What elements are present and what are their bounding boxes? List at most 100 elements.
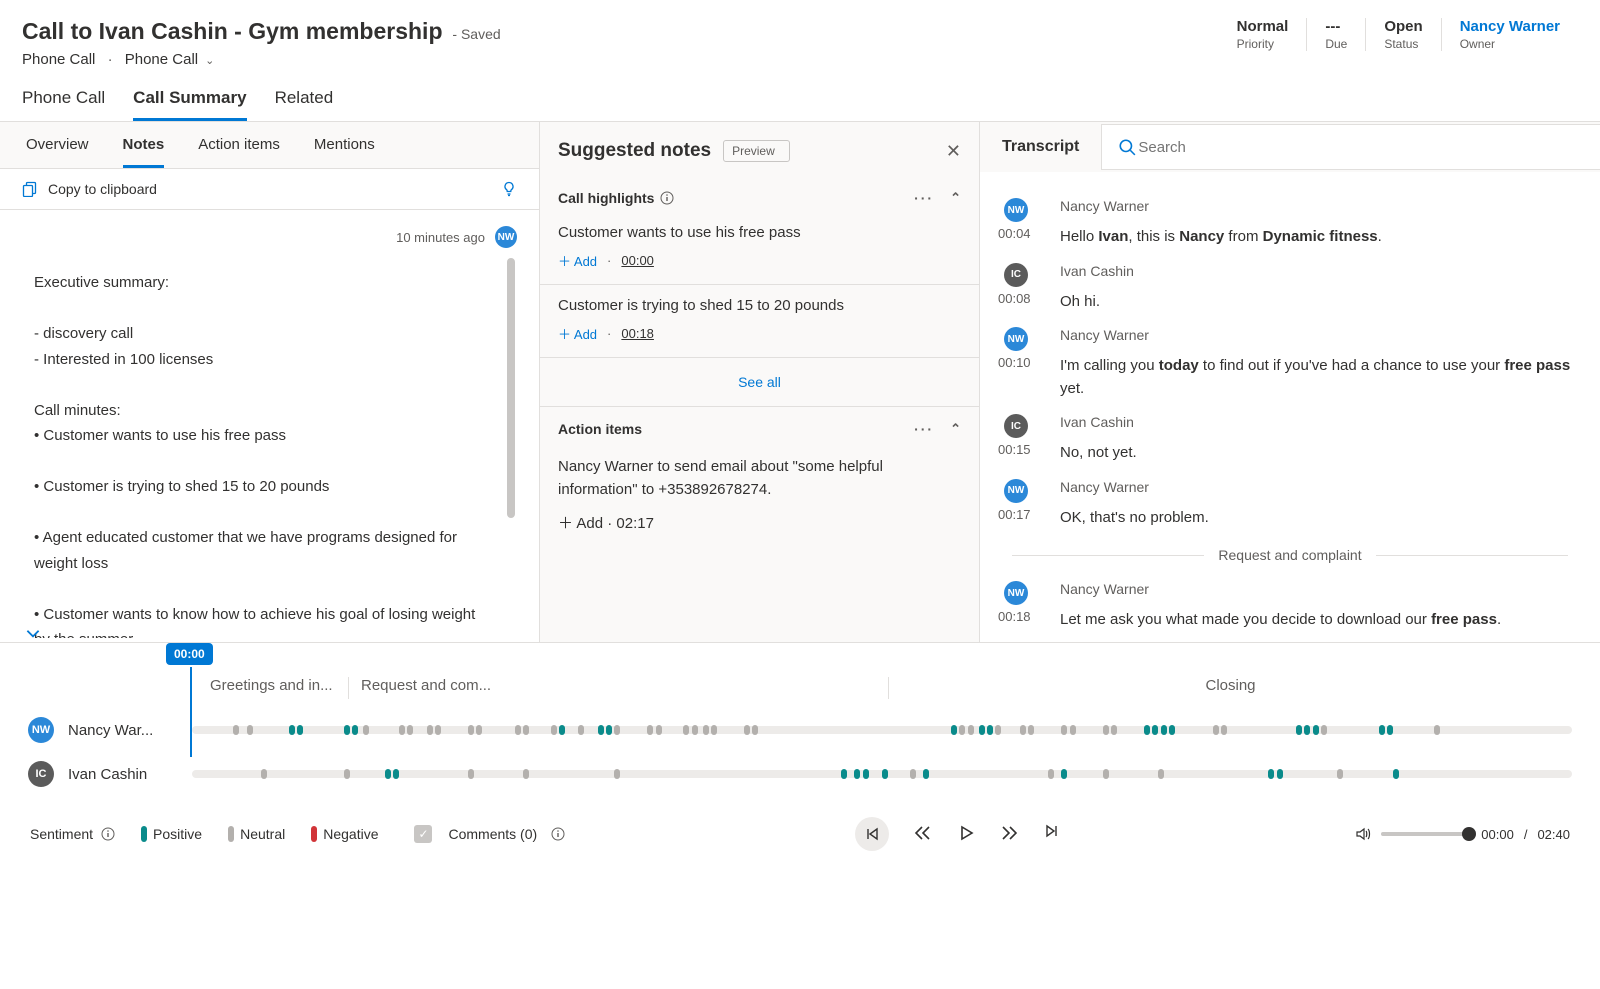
skip-end-button[interactable] — [1045, 824, 1065, 844]
search-icon — [1118, 138, 1136, 156]
chevron-down-icon: ⌄ — [202, 55, 214, 67]
form-selector[interactable]: Phone Call ⌄ — [125, 51, 215, 68]
highlight-text: Customer wants to use his free pass — [558, 224, 961, 241]
more-icon[interactable]: ··· — [914, 190, 934, 206]
avatar: NW — [1004, 198, 1028, 222]
transcript-time: 00:08 — [998, 287, 1056, 306]
chevron-up-icon[interactable]: ⌃ — [950, 190, 961, 206]
tab-call-summary[interactable]: Call Summary — [133, 88, 246, 121]
segment-label: Request and com... — [348, 677, 888, 699]
transcript-time: 00:18 — [998, 605, 1056, 624]
playhead-time: 00:00 — [166, 643, 213, 665]
header-cell-value[interactable]: Nancy Warner — [1460, 18, 1560, 35]
info-icon[interactable] — [101, 827, 115, 841]
note-age: 10 minutes ago — [396, 230, 485, 245]
segment-label: Greetings and in... — [198, 677, 348, 699]
header-cell-value: --- — [1325, 18, 1347, 35]
speaker-name: Nancy Warner — [1060, 327, 1582, 351]
speaker-track[interactable] — [192, 726, 1572, 734]
time-sep: / — [1524, 827, 1528, 842]
segment-label: Closing — [888, 677, 1572, 699]
header-cell-value: Open — [1384, 18, 1422, 35]
scrollbar[interactable] — [507, 258, 515, 518]
legend-negative: Negative — [311, 826, 378, 842]
avatar: IC — [28, 761, 54, 787]
note-body: Executive summary: - discovery call- Int… — [0, 248, 539, 638]
time-duration: 02:40 — [1537, 827, 1570, 842]
transcript-text: Hello Ivan, this is Nancy from Dynamic f… — [1060, 226, 1582, 249]
separator-dot: · — [108, 51, 113, 68]
forward-button[interactable] — [1001, 824, 1021, 844]
add-button[interactable]: ＋ Add — [558, 251, 597, 270]
transcript-heading: Transcript — [980, 122, 1101, 172]
transcript-time: 00:04 — [998, 222, 1056, 241]
subtab-overview[interactable]: Overview — [26, 136, 89, 168]
speaker-name: Nancy Warner — [1060, 479, 1582, 503]
tab-related[interactable]: Related — [275, 88, 334, 121]
more-icon[interactable]: ··· — [914, 421, 934, 437]
transcript-text: Let me ask you what made you decide to d… — [1060, 609, 1582, 632]
lightbulb-icon[interactable] — [501, 181, 517, 197]
action-items-heading: Action items — [558, 421, 642, 437]
entity-name: Phone Call — [22, 51, 95, 68]
search-input[interactable] — [1136, 138, 1584, 157]
header-cell-value: Normal — [1237, 18, 1289, 35]
header-cell-label: Priority — [1237, 37, 1289, 51]
chevron-down-icon — [24, 624, 42, 642]
transcript-search[interactable] — [1101, 124, 1600, 170]
legend-neutral: Neutral — [228, 826, 285, 842]
legend-positive: Positive — [141, 826, 202, 842]
preview-badge: Preview — [723, 140, 790, 162]
avatar: NW — [1004, 327, 1028, 351]
volume-icon[interactable] — [1355, 826, 1371, 842]
transcript-divider: Request and complaint — [998, 547, 1582, 563]
add-button[interactable]: ＋ Add — [558, 515, 603, 532]
avatar: IC — [1004, 414, 1028, 438]
transcript-text: I'm calling you today to find out if you… — [1060, 355, 1582, 400]
transcript-time: 00:15 — [998, 438, 1056, 457]
skip-start-button[interactable] — [855, 817, 889, 851]
chevron-up-icon[interactable]: ⌃ — [950, 421, 961, 437]
comments-label: Comments (0) — [448, 826, 537, 842]
transcript-text: No, not yet. — [1060, 442, 1582, 465]
transcript-time: 00:10 — [998, 351, 1056, 370]
action-item-text: Nancy Warner to send email about "some h… — [558, 455, 961, 502]
info-icon[interactable] — [660, 191, 674, 205]
expand-toggle[interactable] — [24, 624, 42, 642]
timestamp-link[interactable]: 02:17 — [616, 515, 654, 532]
suggested-notes-title: Suggested notes — [558, 140, 711, 162]
subtab-action-items[interactable]: Action items — [198, 136, 280, 168]
comments-checkbox[interactable]: ✓ — [414, 825, 432, 843]
header-cell-label: Due — [1325, 37, 1347, 51]
speaker-track[interactable] — [192, 770, 1572, 778]
avatar: NW — [495, 226, 517, 248]
copy-to-clipboard-button[interactable]: Copy to clipboard — [22, 181, 157, 197]
info-icon[interactable] — [551, 827, 565, 841]
transcript-text: OK, that's no problem. — [1060, 507, 1582, 530]
speaker-name: Ivan Cashin — [1060, 414, 1582, 438]
close-icon[interactable]: ✕ — [946, 141, 961, 162]
time-current: 00:00 — [1481, 827, 1514, 842]
highlight-text: Customer is trying to shed 15 to 20 poun… — [558, 297, 961, 314]
avatar: NW — [1004, 479, 1028, 503]
copy-icon — [22, 181, 38, 197]
transcript-time: 00:17 — [998, 503, 1056, 522]
speaker-name: Nancy Warner — [1060, 198, 1582, 222]
subtab-mentions[interactable]: Mentions — [314, 136, 375, 168]
add-button[interactable]: ＋ Add — [558, 324, 597, 343]
play-button[interactable] — [957, 824, 977, 844]
tab-phone-call[interactable]: Phone Call — [22, 88, 105, 121]
rewind-button[interactable] — [913, 824, 933, 844]
speaker-name: Ivan Cashin — [68, 766, 178, 783]
header-cell-label: Owner — [1460, 37, 1560, 51]
see-all-link[interactable]: See all — [540, 358, 979, 407]
volume-slider[interactable] — [1381, 832, 1471, 836]
subtab-notes[interactable]: Notes — [123, 136, 165, 168]
speaker-name: Nancy Warner — [1060, 581, 1582, 605]
timestamp-link[interactable]: 00:00 — [621, 253, 654, 268]
saved-indicator: - Saved — [452, 26, 500, 42]
page-title: Call to Ivan Cashin - Gym membership — [22, 18, 443, 44]
call-highlights-heading: Call highlights — [558, 190, 654, 206]
timestamp-link[interactable]: 00:18 — [621, 326, 654, 341]
sentiment-label: Sentiment — [30, 826, 93, 842]
